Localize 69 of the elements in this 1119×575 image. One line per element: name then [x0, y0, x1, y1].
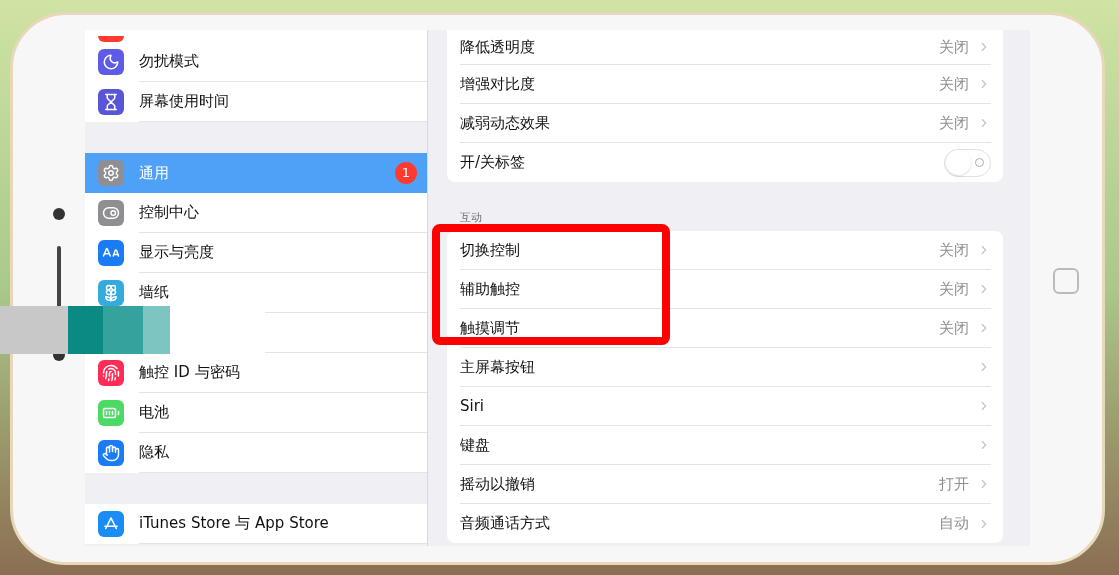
settings-row[interactable]: 键盘 — [447, 426, 1003, 465]
row-value: 关闭 — [939, 239, 969, 261]
sidebar-item[interactable] — [85, 30, 427, 42]
sidebar-item[interactable]: 触控 ID 与密码 — [85, 353, 427, 393]
toggles-icon — [98, 200, 124, 226]
item-label: 屏幕使用时间 — [139, 91, 229, 113]
camera-icon — [53, 208, 65, 220]
settings-row[interactable]: 减弱动态效果 关闭 — [447, 104, 1003, 143]
sidebar-item[interactable]: 显示与亮度 — [85, 233, 427, 273]
sidebar-item[interactable]: 电池 — [85, 393, 427, 433]
sidebar-item[interactable]: 墙纸 — [85, 273, 427, 313]
row-label: 降低透明度 — [460, 36, 535, 58]
row-value: 关闭 — [939, 73, 969, 95]
row-label: 开/关标签 — [460, 152, 526, 174]
settings-row[interactable]: 开/关标签 — [447, 143, 1003, 182]
row-value: 关闭 — [939, 317, 969, 339]
hourglass-icon — [98, 89, 124, 115]
row-label: 主屏幕按钮 — [460, 356, 535, 378]
row-value: 关闭 — [939, 36, 969, 58]
row-label: 辅助触控 — [460, 278, 520, 300]
app-store-icon — [98, 511, 124, 537]
sidebar-item[interactable]: iTunes Store 与 App Store — [85, 504, 427, 544]
item-label: 控制中心 — [139, 202, 199, 224]
item-label: 电池 — [139, 402, 169, 424]
item-label: 隐私 — [139, 442, 169, 464]
row-label: Siri — [460, 395, 485, 417]
home-button-icon — [1053, 267, 1079, 294]
row-label: 触摸调节 — [460, 317, 520, 339]
row-label: 减弱动态效果 — [460, 112, 550, 134]
item-label: 勿扰模式 — [139, 51, 199, 73]
sidebar-item[interactable]: 屏幕使用时间 — [85, 82, 427, 122]
notification-badge: 1 — [395, 162, 417, 184]
item-label: 通用 — [139, 162, 169, 184]
settings-row[interactable]: 摇动以撤销 打开 — [447, 465, 1003, 504]
settings-row[interactable]: 切换控制 关闭 — [447, 231, 1003, 270]
settings-row[interactable]: 触摸调节 关闭 — [447, 309, 1003, 348]
settings-row[interactable]: 辅助触控 关闭 — [447, 270, 1003, 309]
item-label: iTunes Store 与 App Store — [139, 513, 329, 535]
settings-row[interactable]: Siri — [447, 387, 1003, 426]
row-value: 打开 — [939, 473, 969, 495]
flower-icon — [98, 280, 124, 306]
item-label: 墙纸 — [139, 282, 169, 304]
item-label: 显示与亮度 — [139, 242, 214, 264]
row-label: 切换控制 — [460, 239, 520, 261]
settings-row[interactable]: 降低透明度 关闭 — [447, 30, 1003, 65]
row-label: 摇动以撤销 — [460, 473, 535, 495]
sidebar-item[interactable]: 勿扰模式 — [85, 42, 427, 82]
app-icon — [98, 36, 124, 42]
row-label: 键盘 — [460, 434, 490, 456]
row-value: 自动 — [939, 513, 969, 535]
item-label: 触控 ID 与密码 — [139, 362, 240, 384]
row-value: 关闭 — [939, 278, 969, 300]
text-size-icon — [98, 240, 124, 266]
row-label: 音频通话方式 — [460, 513, 550, 535]
toggle-switch[interactable] — [944, 148, 991, 177]
settings-row[interactable]: 增强对比度 关闭 — [447, 65, 1003, 104]
settings-row[interactable]: 音频通话方式 自动 — [447, 504, 1003, 543]
sidebar-item[interactable]: 通用 1 — [85, 153, 427, 193]
battery-icon — [98, 400, 124, 426]
sidebar-item[interactable]: 控制中心 — [85, 193, 427, 233]
sidebar-item[interactable]: 隐私 — [85, 433, 427, 473]
settings-icon — [98, 160, 124, 186]
moon-icon — [98, 49, 124, 75]
hand-icon — [98, 440, 124, 466]
section-header: 互动 — [460, 211, 482, 224]
row-label: 增强对比度 — [460, 73, 535, 95]
row-value: 关闭 — [939, 112, 969, 134]
settings-row[interactable]: 主屏幕按钮 — [447, 348, 1003, 387]
fingerprint-icon — [98, 360, 124, 386]
